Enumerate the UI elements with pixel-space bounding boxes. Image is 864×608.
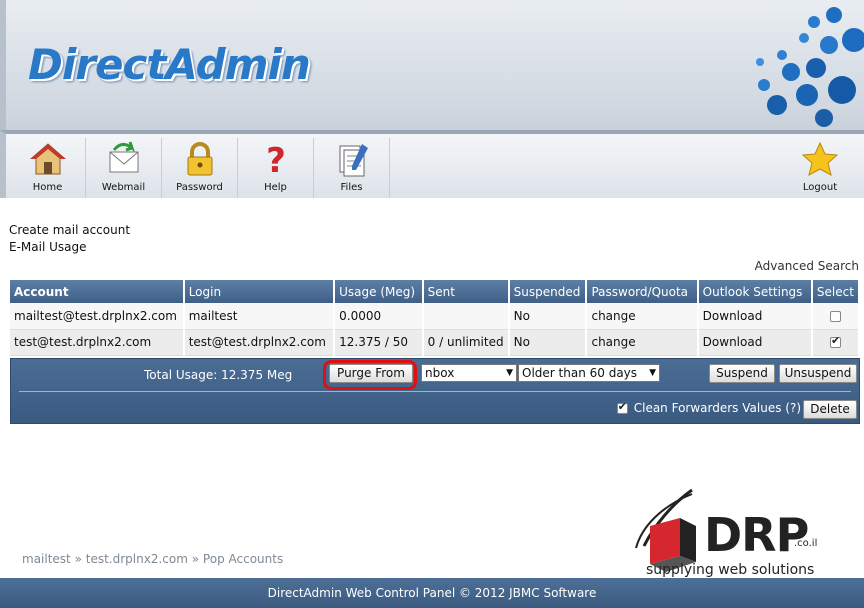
col-account[interactable]: Account <box>10 280 185 303</box>
select-checkbox[interactable] <box>829 334 841 348</box>
outlook-download-link[interactable]: Download <box>697 329 813 356</box>
nav-home-label: Home <box>32 182 63 193</box>
drp-name: DRP <box>704 508 809 562</box>
star-icon <box>801 141 839 176</box>
folder-select[interactable]: nbox ▼ <box>421 364 517 382</box>
usage-cell: 12.375 / 50 <box>334 329 424 356</box>
divider <box>19 391 851 392</box>
breadcrumb-user[interactable]: mailtest <box>22 552 71 566</box>
highlight-box <box>323 360 417 390</box>
table-row: mailtest@test.drplnx2.com mailtest 0.000… <box>10 303 861 330</box>
change-password-link[interactable]: change <box>586 303 699 330</box>
col-select: Select <box>811 280 861 303</box>
email-usage-link[interactable]: E-Mail Usage <box>9 239 130 256</box>
unsuspend-button[interactable]: Unsuspend <box>779 364 857 383</box>
select-checkbox[interactable] <box>829 310 841 322</box>
nav-password-label: Password <box>176 182 223 193</box>
webmail-icon <box>109 141 138 173</box>
clean-forwarders-checkbox[interactable] <box>616 400 628 414</box>
table-row: test@test.drplnx2.com test@test.drplnx2.… <box>10 329 861 356</box>
nav-help-label: Help <box>264 182 287 193</box>
login-cell: test@test.drplnx2.com <box>183 329 336 356</box>
header-banner: DirectAdmin <box>0 0 864 130</box>
nav-help[interactable]: ? Help <box>238 138 314 198</box>
age-select-value: Older than 60 days <box>522 366 638 380</box>
nav-files-label: Files <box>340 182 363 193</box>
col-outlook-settings: Outlook Settings <box>697 280 813 303</box>
nav-logout-label: Logout <box>802 182 838 193</box>
breadcrumb-pop-accounts[interactable]: Pop Accounts <box>203 552 283 566</box>
age-select[interactable]: Older than 60 days ▼ <box>518 364 660 382</box>
col-suspended: Suspended <box>508 280 588 303</box>
clean-forwarders-label[interactable]: Clean Forwarders Values (?) <box>634 401 801 415</box>
col-usage[interactable]: Usage (Meg) <box>334 280 424 303</box>
account-cell: mailtest@test.drplnx2.com <box>10 303 185 330</box>
sent-cell <box>422 303 510 330</box>
suspended-cell: No <box>508 329 588 356</box>
nav-logout[interactable]: Logout <box>782 138 858 198</box>
nav-home[interactable]: Home <box>10 138 86 198</box>
account-cell: test@test.drplnx2.com <box>10 329 185 356</box>
account-tools-bar: Total Usage: 12.375 Meg Purge From nbox … <box>10 358 860 424</box>
delete-button[interactable]: Delete <box>803 400 857 419</box>
suspend-button[interactable]: Suspend <box>709 364 775 383</box>
nav-webmail[interactable]: Webmail <box>86 138 162 198</box>
nav-password[interactable]: Password <box>162 138 238 198</box>
nav-webmail-label: Webmail <box>101 182 146 193</box>
chevron-down-icon: ▼ <box>649 368 656 378</box>
suspended-cell: No <box>508 303 588 330</box>
nav-files[interactable]: Files <box>314 138 390 198</box>
account-links: Create mail account E-Mail Usage <box>9 222 130 256</box>
total-usage: Total Usage: 12.375 Meg <box>144 368 293 382</box>
select-cell <box>811 303 861 330</box>
house-icon <box>29 143 66 175</box>
folder-select-value: nbox <box>425 366 455 380</box>
breadcrumb: mailtest » test.drplnx2.com » Pop Accoun… <box>22 552 283 566</box>
breadcrumb-domain[interactable]: test.drplnx2.com <box>86 552 188 566</box>
select-cell <box>811 329 861 356</box>
svg-text:?: ? <box>266 141 286 178</box>
col-password-quota: Password/Quota <box>586 280 699 303</box>
clean-forwarders: Clean Forwarders Values (?) <box>616 400 801 415</box>
login-cell: mailtest <box>183 303 336 330</box>
col-sent[interactable]: Sent <box>422 280 510 303</box>
footer-copyright: DirectAdmin Web Control Panel © 2012 JBM… <box>0 578 864 608</box>
question-icon: ? <box>266 141 286 178</box>
col-login: Login <box>183 280 336 303</box>
breadcrumb-separator: » <box>191 552 200 566</box>
directadmin-logo[interactable]: DirectAdmin <box>28 40 311 89</box>
drp-suffix: .co.il <box>794 538 818 549</box>
drp-logo: DRP .co.il supplying web solutions <box>632 486 842 581</box>
chevron-down-icon: ▼ <box>506 368 513 378</box>
breadcrumb-separator: » <box>74 552 82 566</box>
create-mail-account-link[interactable]: Create mail account <box>9 222 130 239</box>
decorative-dots-icon <box>756 7 864 127</box>
change-password-link[interactable]: change <box>586 329 699 356</box>
usage-cell: 0.0000 <box>334 303 424 330</box>
advanced-search-link[interactable]: Advanced Search <box>755 259 859 273</box>
drp-tagline: supplying web solutions <box>646 562 815 578</box>
files-icon <box>339 144 368 177</box>
sent-cell: 0 / unlimited <box>422 329 510 356</box>
main-nav: Home Webmail Password ? Help Files Logou… <box>0 130 864 198</box>
outlook-download-link[interactable]: Download <box>697 303 813 330</box>
lock-icon <box>187 142 212 176</box>
pop-accounts-table: Account Login Usage (Meg) Sent Suspended… <box>10 280 861 356</box>
